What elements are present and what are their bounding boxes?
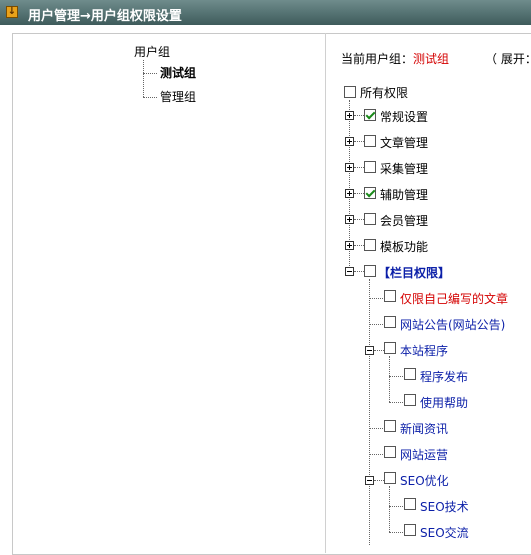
expand-toggle-icon[interactable] xyxy=(345,111,354,120)
perm-seo-exchange[interactable]: SEO交流 xyxy=(420,526,469,540)
expand-label[interactable]: （ 展开： xyxy=(485,52,531,66)
tree-root-user-group: 用户组 xyxy=(134,45,171,59)
perm-article-mgmt[interactable]: 文章管理 xyxy=(380,136,428,150)
checkbox-seo[interactable] xyxy=(384,472,396,484)
group-item-test[interactable]: 测试组 xyxy=(160,66,196,80)
checkbox-site-program[interactable] xyxy=(384,342,396,354)
checkbox-all-perms[interactable] xyxy=(344,86,356,98)
checkbox-site-ops[interactable] xyxy=(384,446,396,458)
collapse-toggle-icon[interactable] xyxy=(365,346,374,355)
perm-news[interactable]: 新闻资讯 xyxy=(400,422,448,436)
checkbox-seo-exchange[interactable] xyxy=(404,524,416,536)
perm-seo-tech[interactable]: SEO技术 xyxy=(420,500,469,514)
checkbox-own-articles[interactable] xyxy=(384,290,396,302)
page-title: 用户管理→用户组权限设置 xyxy=(28,9,182,24)
perm-program-release[interactable]: 程序发布 xyxy=(420,370,468,384)
perm-own-articles[interactable]: 仅限自己编写的文章 xyxy=(400,292,508,306)
expand-toggle-icon[interactable] xyxy=(345,189,354,198)
checkbox-article-mgmt[interactable] xyxy=(364,135,376,147)
expand-toggle-icon[interactable] xyxy=(345,163,354,172)
checkbox-usage-help[interactable] xyxy=(404,394,416,406)
collapse-toggle-icon[interactable] xyxy=(345,267,354,276)
perm-collect-mgmt[interactable]: 采集管理 xyxy=(380,162,428,176)
panel-divider xyxy=(325,33,326,553)
perm-site-notice[interactable]: 网站公告(网站公告) xyxy=(400,318,505,332)
checkbox-news[interactable] xyxy=(384,420,396,432)
checkbox-member-mgmt[interactable] xyxy=(364,213,376,225)
down-arrow-icon: ↓ xyxy=(6,6,18,18)
checkbox-template-func[interactable] xyxy=(364,239,376,251)
perm-aux-mgmt[interactable]: 辅助管理 xyxy=(380,188,428,202)
perm-seo[interactable]: SEO优化 xyxy=(400,474,449,488)
checkbox-program-release[interactable] xyxy=(404,368,416,380)
perm-site-program[interactable]: 本站程序 xyxy=(400,344,448,358)
expand-toggle-icon[interactable] xyxy=(345,215,354,224)
expand-toggle-icon[interactable] xyxy=(345,241,354,250)
checkbox-collect-mgmt[interactable] xyxy=(364,161,376,173)
current-group-value: 测试组 xyxy=(413,52,450,66)
checkbox-general-settings[interactable] xyxy=(364,109,376,121)
perm-site-ops[interactable]: 网站运营 xyxy=(400,448,448,462)
checkbox-seo-tech[interactable] xyxy=(404,498,416,510)
checkbox-site-notice[interactable] xyxy=(384,316,396,328)
perm-member-mgmt[interactable]: 会员管理 xyxy=(380,214,428,228)
perm-template-func[interactable]: 模板功能 xyxy=(380,240,428,254)
perm-root-label: 所有权限 xyxy=(360,86,409,100)
collapse-toggle-icon[interactable] xyxy=(365,476,374,485)
expand-toggle-icon[interactable] xyxy=(345,137,354,146)
current-group-label: 当前用户组：测试组 xyxy=(341,52,450,66)
group-item-admin[interactable]: 管理组 xyxy=(160,90,196,104)
perm-general-settings[interactable]: 常规设置 xyxy=(380,110,428,124)
perm-column-section[interactable]: 【栏目权限】 xyxy=(378,266,450,280)
title-bar: ↓ 用户管理→用户组权限设置 xyxy=(0,0,531,25)
checkbox-column-perms[interactable] xyxy=(364,265,376,277)
perm-usage-help[interactable]: 使用帮助 xyxy=(420,396,468,410)
checkbox-aux-mgmt[interactable] xyxy=(364,187,376,199)
